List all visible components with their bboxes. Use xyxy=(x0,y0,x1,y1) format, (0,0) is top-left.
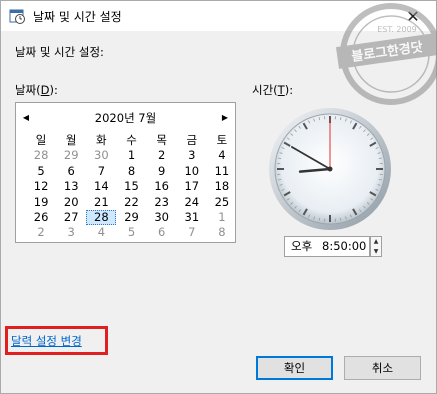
calendar-day[interactable]: 6 xyxy=(56,164,86,179)
calendar-day[interactable]: 29 xyxy=(116,210,146,225)
calendar-day[interactable]: 10 xyxy=(177,164,207,179)
calendar-day[interactable]: 3 xyxy=(177,148,207,163)
calendar-day[interactable]: 19 xyxy=(26,195,56,210)
calendar-day[interactable]: 25 xyxy=(207,195,237,210)
calendar-day[interactable]: 12 xyxy=(26,179,56,194)
calendar-day[interactable]: 5 xyxy=(116,225,146,240)
calendar-day-selected[interactable]: 28 xyxy=(86,209,117,226)
calendar-day[interactable]: 8 xyxy=(116,164,146,179)
calendar-day[interactable]: 7 xyxy=(177,225,207,240)
calendar-day[interactable]: 3 xyxy=(56,225,86,240)
weekday-header: 일 xyxy=(35,133,47,147)
time-input[interactable]: 오후 8:50:00 xyxy=(284,236,370,257)
clock-center xyxy=(327,166,333,172)
watermark-sub: EST. 2009 xyxy=(377,25,417,34)
time-ampm[interactable]: 오후 xyxy=(291,237,312,256)
next-month-button[interactable]: ▶ xyxy=(219,109,231,125)
calendar-week-row: 2345678 xyxy=(26,225,237,240)
calendar-day[interactable]: 16 xyxy=(147,179,177,194)
calendar-day[interactable]: 28 xyxy=(26,148,56,163)
calendar-day[interactable]: 4 xyxy=(86,225,116,240)
calendar-day[interactable]: 14 xyxy=(86,179,116,194)
calendar-day[interactable]: 22 xyxy=(116,195,146,210)
triangle-up-icon: ▲ xyxy=(373,238,379,245)
calendar-header: ◀ 2020년 7월 ▶ xyxy=(16,109,235,125)
spin-down-button[interactable]: ▼ xyxy=(371,247,381,256)
calendar-day[interactable]: 30 xyxy=(147,210,177,225)
date-label: 날짜(D): xyxy=(15,83,58,97)
weekday-header: 목 xyxy=(156,133,167,147)
calendar-day[interactable]: 1 xyxy=(207,210,237,225)
calendar-day[interactable]: 27 xyxy=(56,210,86,225)
weekday-header: 금 xyxy=(186,133,198,147)
page-heading: 날짜 및 시간 설정: xyxy=(15,45,104,59)
time-label: 시간(T): xyxy=(252,83,294,97)
calendar-week-row: 5 6 7 8 9 10 11 xyxy=(26,164,237,179)
calendar-day[interactable]: 2 xyxy=(147,148,177,163)
calendar-grid: 일월화수목금토 28 29 30 1 2 3 4 5 6 7 8 9 10 11 12 13 14 15 16 17 1… xyxy=(26,133,237,241)
weekday-header-row: 일월화수목금토 xyxy=(26,133,237,148)
cancel-button[interactable]: 취소 xyxy=(344,356,421,380)
calendar-day[interactable]: 9 xyxy=(147,164,177,179)
calendar-day[interactable]: 26 xyxy=(26,210,56,225)
calendar-day[interactable]: 23 xyxy=(147,195,177,210)
weekday-header: 토 xyxy=(216,133,228,147)
calendar-day[interactable]: 21 xyxy=(86,195,116,210)
calendar-day[interactable]: 4 xyxy=(207,148,237,163)
weekday-header: 수 xyxy=(126,133,137,147)
calendar-week-row: 26 27 28 29 30 31 1 xyxy=(26,209,237,226)
calendar-day[interactable]: 17 xyxy=(177,179,207,194)
analog-clock xyxy=(269,108,391,230)
calendar-day[interactable]: 18 xyxy=(207,179,237,194)
calendar-week-row: 12 13 14 15 16 17 18 xyxy=(26,179,237,194)
calendar[interactable]: ◀ 2020년 7월 ▶ 일월화수목금토 28 29 30 1 2 3 4 5 6 7 8 9 10 11… xyxy=(15,102,236,243)
time-spinner[interactable]: ▲ ▼ xyxy=(370,236,382,257)
calendar-day[interactable]: 15 xyxy=(116,179,146,194)
calendar-day[interactable]: 5 xyxy=(26,164,56,179)
calendar-day[interactable]: 31 xyxy=(177,210,207,225)
weekday-header: 화 xyxy=(96,133,107,147)
calendar-clock-icon xyxy=(9,9,25,24)
date-time-settings-dialog: 날짜 및 시간 설정 ✕ 날짜 및 시간 설정: 날짜(D): 시간(T): ◀… xyxy=(0,0,437,394)
calendar-day[interactable]: 11 xyxy=(207,164,237,179)
calendar-day[interactable]: 1 xyxy=(116,148,146,163)
spin-up-button[interactable]: ▲ xyxy=(371,237,381,246)
calendar-day[interactable]: 29 xyxy=(56,148,86,163)
calendar-day[interactable]: 20 xyxy=(56,195,86,210)
time-value[interactable]: 8:50:00 xyxy=(322,237,366,256)
ok-button[interactable]: 확인 xyxy=(256,356,333,380)
window-title: 날짜 및 시간 설정 xyxy=(33,10,122,24)
change-calendar-settings-link[interactable]: 달력 설정 변경 xyxy=(11,333,82,349)
month-label[interactable]: 2020년 7월 xyxy=(16,110,235,126)
calendar-day[interactable]: 6 xyxy=(147,225,177,240)
calendar-day[interactable]: 30 xyxy=(86,148,116,163)
triangle-right-icon: ▶ xyxy=(221,112,229,122)
calendar-day[interactable]: 8 xyxy=(207,225,237,240)
weekday-header: 월 xyxy=(65,133,77,147)
calendar-day[interactable]: 24 xyxy=(177,195,207,210)
calendar-day[interactable]: 13 xyxy=(56,179,86,194)
triangle-down-icon: ▼ xyxy=(373,248,379,255)
calendar-week-row: 19 20 21 22 23 24 25 xyxy=(26,195,237,210)
calendar-day[interactable]: 2 xyxy=(26,225,56,240)
watermark-stamp: 블로그한경닷 EST. 2009 xyxy=(335,3,437,105)
calendar-day[interactable]: 7 xyxy=(86,164,116,179)
calendar-week-row: 28 29 30 1 2 3 4 xyxy=(26,148,237,163)
